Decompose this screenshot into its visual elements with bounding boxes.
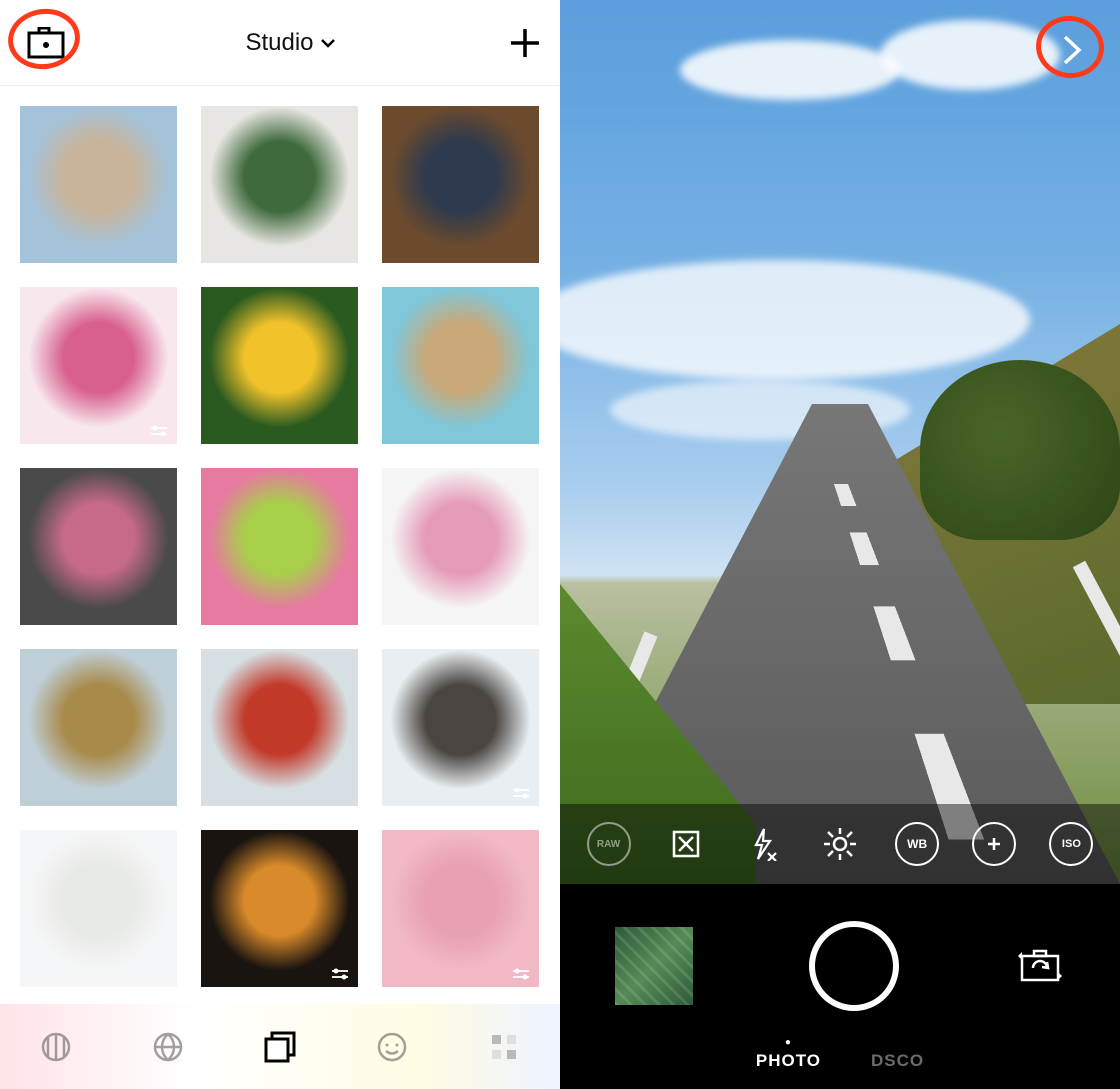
flash-icon xyxy=(748,827,778,861)
raw-button[interactable]: RAW xyxy=(587,822,631,866)
camera-screen: RAW xyxy=(560,0,1120,1089)
camera-icon xyxy=(27,27,65,59)
mode-photo[interactable]: ● PHOTO xyxy=(756,1051,821,1071)
active-mode-dot: ● xyxy=(756,1037,821,1048)
studio-header: Studio xyxy=(0,0,560,86)
studio-title-dropdown[interactable]: Studio xyxy=(245,29,335,57)
exposure-button[interactable] xyxy=(818,822,862,866)
mode-dsco[interactable]: DSCO xyxy=(871,1051,924,1071)
photo-thumb[interactable] xyxy=(201,106,358,263)
nav-profile[interactable] xyxy=(370,1025,414,1069)
edited-badge-icon xyxy=(511,786,533,800)
photo-thumb[interactable] xyxy=(20,830,177,987)
profile-icon xyxy=(376,1031,408,1063)
nav-studio[interactable] xyxy=(258,1025,302,1069)
chevron-down-icon xyxy=(320,38,336,48)
iso-button[interactable]: ISO xyxy=(1049,822,1093,866)
shutter-button[interactable] xyxy=(809,921,899,1011)
cancel-button[interactable] xyxy=(664,822,708,866)
plus-icon xyxy=(508,26,542,60)
focus-button[interactable] xyxy=(972,822,1016,866)
white-balance-button[interactable]: WB xyxy=(895,822,939,866)
cancel-icon xyxy=(671,829,701,859)
mode-selector[interactable]: ● PHOTO DSCO xyxy=(756,1047,924,1089)
photo-thumb[interactable] xyxy=(201,468,358,625)
photo-thumb[interactable] xyxy=(382,287,539,444)
flash-button[interactable] xyxy=(741,822,785,866)
photo-grid[interactable] xyxy=(0,86,560,1004)
photo-thumb[interactable] xyxy=(201,649,358,806)
next-button[interactable] xyxy=(1042,20,1102,80)
shop-icon xyxy=(489,1032,519,1062)
photo-thumb[interactable] xyxy=(201,287,358,444)
feed-icon xyxy=(40,1031,72,1063)
switch-camera-icon xyxy=(1018,948,1062,984)
photo-thumb[interactable] xyxy=(201,830,358,987)
nav-shop[interactable] xyxy=(482,1025,526,1069)
exposure-icon xyxy=(822,826,858,862)
camera-button[interactable] xyxy=(18,15,73,70)
bottom-nav xyxy=(0,1004,560,1089)
chevron-right-icon xyxy=(1061,33,1083,67)
switch-camera-button[interactable] xyxy=(1015,941,1065,991)
photo-thumb[interactable] xyxy=(20,468,177,625)
studio-icon xyxy=(263,1030,297,1064)
iso-label: ISO xyxy=(1062,838,1081,850)
edited-badge-icon xyxy=(149,424,171,438)
discover-icon xyxy=(152,1031,184,1063)
raw-label: RAW xyxy=(597,839,620,850)
studio-screen: Studio xyxy=(0,0,560,1089)
camera-controls: RAW xyxy=(560,804,1120,884)
photo-thumb[interactable] xyxy=(20,106,177,263)
nav-discover[interactable] xyxy=(146,1025,190,1069)
edited-badge-icon xyxy=(330,967,352,981)
edited-badge-icon xyxy=(511,967,533,981)
add-button[interactable] xyxy=(508,26,542,60)
focus-icon xyxy=(985,835,1003,853)
photo-thumb[interactable] xyxy=(20,287,177,444)
photo-thumb[interactable] xyxy=(382,468,539,625)
photo-thumb[interactable] xyxy=(382,830,539,987)
photo-thumb[interactable] xyxy=(20,649,177,806)
shutter-bar: ● PHOTO DSCO xyxy=(560,884,1120,1089)
gallery-thumb[interactable] xyxy=(615,927,693,1005)
viewfinder[interactable]: RAW xyxy=(560,0,1120,884)
studio-title-label: Studio xyxy=(245,29,313,57)
nav-feed[interactable] xyxy=(34,1025,78,1069)
photo-thumb[interactable] xyxy=(382,106,539,263)
photo-thumb[interactable] xyxy=(382,649,539,806)
wb-label: WB xyxy=(907,837,927,851)
